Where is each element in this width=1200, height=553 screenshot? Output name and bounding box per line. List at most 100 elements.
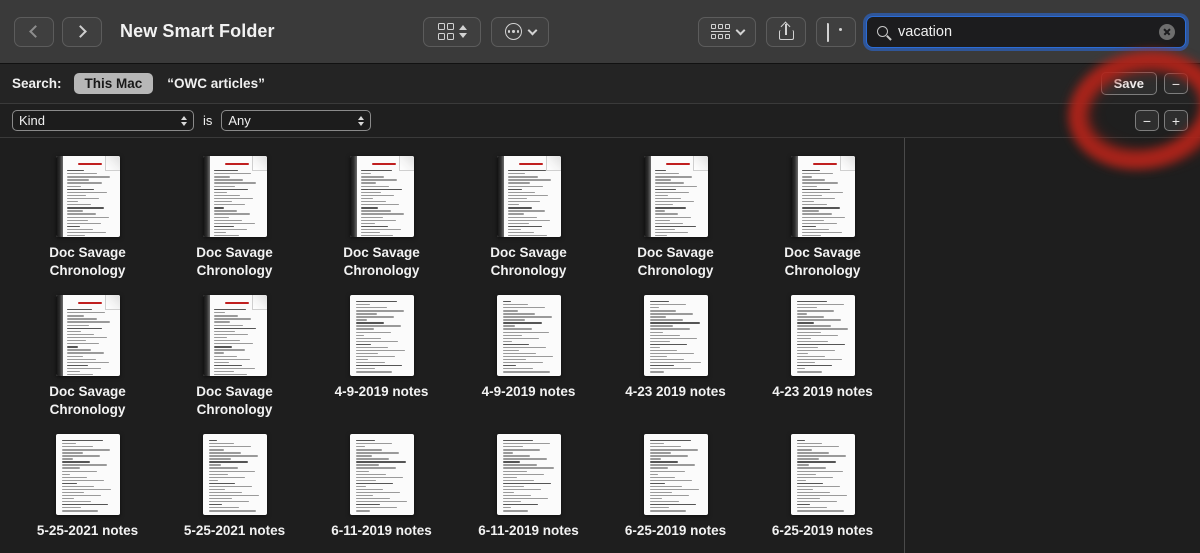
search-scope-bar: Search: This Mac “OWC articles” Save − [0, 64, 1200, 104]
file-item[interactable]: Doc SavageChronology [308, 156, 455, 295]
file-item[interactable]: 6-25-2019 notes [602, 434, 749, 553]
file-grid-pane[interactable]: Doc SavageChronologyDoc SavageChronology… [0, 138, 905, 553]
text-document-icon [644, 434, 708, 515]
file-item[interactable]: 4-9-2019 notes [308, 295, 455, 434]
remove-criteria-button[interactable]: − [1135, 110, 1159, 131]
file-item[interactable]: Doc SavageChronology [161, 295, 308, 434]
document-page [791, 434, 855, 515]
file-name-label: 6-25-2019 notes [772, 522, 873, 540]
file-item[interactable]: 5-25-2021 notes [161, 434, 308, 553]
file-name-label: Doc SavageChronology [49, 383, 126, 419]
remove-criteria-row-button[interactable]: − [1164, 73, 1188, 94]
file-item[interactable]: Doc SavageChronology [455, 156, 602, 295]
content-area: Doc SavageChronologyDoc SavageChronology… [0, 138, 1200, 553]
toolbar-right-cluster: vacation [698, 16, 1186, 48]
file-item[interactable]: 5-25-2021 notes [14, 434, 161, 553]
file-item[interactable]: 4-23 2019 notes [602, 295, 749, 434]
chevron-down-icon [527, 25, 537, 35]
text-document-icon [791, 295, 855, 376]
file-item[interactable]: 6-25-2019 notes [749, 434, 896, 553]
document-page [56, 434, 120, 515]
file-item[interactable]: Doc SavageChronology [749, 156, 896, 295]
file-item[interactable]: 6-11-2019 notes [308, 434, 455, 553]
document-page [644, 434, 708, 515]
page-fold-icon [546, 156, 561, 171]
chevron-updown-icon-kind [173, 116, 187, 126]
finder-window: New Smart Folder [0, 0, 1200, 553]
tag-button[interactable] [816, 17, 856, 47]
save-button[interactable]: Save [1101, 72, 1157, 95]
add-criteria-button[interactable]: + [1164, 110, 1188, 131]
share-icon [779, 23, 794, 40]
file-name-label: Doc SavageChronology [196, 244, 273, 280]
text-document-icon [497, 295, 561, 376]
file-item[interactable]: Doc SavageChronology [602, 156, 749, 295]
rtf-document-icon [791, 156, 855, 237]
file-item[interactable]: 4-23 2019 notes [749, 295, 896, 434]
criteria-row-actions: − + [1135, 110, 1188, 131]
page-fold-icon [105, 156, 120, 171]
scope-this-mac-button[interactable]: This Mac [74, 73, 154, 94]
tag-icon [827, 24, 846, 39]
search-field-wrapper: vacation [866, 16, 1186, 48]
action-menu-button[interactable] [491, 17, 549, 47]
doc-spine [56, 156, 63, 237]
group-by-icon [711, 24, 730, 39]
ellipsis-circle-icon [505, 23, 522, 40]
file-grid: Doc SavageChronologyDoc SavageChronology… [0, 138, 904, 553]
document-page [203, 156, 267, 237]
chevron-left-icon [29, 25, 42, 38]
view-mode-button[interactable] [423, 17, 481, 47]
preview-pane [905, 138, 1200, 553]
chevron-right-icon [74, 25, 87, 38]
scope-folder-button[interactable]: “OWC articles” [167, 76, 265, 91]
navigation-buttons [14, 17, 102, 47]
file-name-label: 5-25-2021 notes [37, 522, 138, 540]
text-document-icon [497, 434, 561, 515]
rtf-document-icon [203, 156, 267, 237]
document-page [203, 295, 267, 376]
criteria-operator-label: is [203, 113, 212, 128]
document-page [791, 295, 855, 376]
file-name-label: 6-11-2019 notes [331, 522, 432, 540]
clear-search-button[interactable] [1159, 24, 1175, 40]
rtf-document-icon [350, 156, 414, 237]
document-page [497, 434, 561, 515]
file-item[interactable]: Doc SavageChronology [14, 295, 161, 434]
criteria-attribute-select[interactable]: Kind [12, 110, 194, 131]
text-document-icon [350, 434, 414, 515]
forward-button[interactable] [62, 17, 102, 47]
document-page [56, 156, 120, 237]
chevron-updown-icon [459, 25, 467, 38]
file-item[interactable]: 4-9-2019 notes [455, 295, 602, 434]
text-document-icon [644, 295, 708, 376]
search-input[interactable]: vacation [866, 16, 1186, 48]
criteria-value-select[interactable]: Any [221, 110, 371, 131]
text-document-icon [203, 434, 267, 515]
document-page [644, 295, 708, 376]
page-fold-icon [693, 156, 708, 171]
file-name-label: Doc SavageChronology [196, 383, 273, 419]
file-name-label: 4-23 2019 notes [625, 383, 726, 401]
file-name-label: Doc SavageChronology [637, 244, 714, 280]
file-item[interactable]: Doc SavageChronology [14, 156, 161, 295]
file-name-label: 6-11-2019 notes [478, 522, 579, 540]
magnifying-glass-icon [877, 26, 888, 37]
chevron-down-icon-2 [735, 25, 745, 35]
page-fold-icon [399, 156, 414, 171]
doc-spine [203, 295, 210, 376]
back-button[interactable] [14, 17, 54, 47]
file-item[interactable]: 6-11-2019 notes [455, 434, 602, 553]
rtf-document-icon [56, 295, 120, 376]
document-page [350, 434, 414, 515]
document-page [497, 156, 561, 237]
share-button[interactable] [766, 17, 806, 47]
group-by-button[interactable] [698, 17, 756, 47]
chevron-updown-icon-any [350, 116, 364, 126]
toolbar-left-cluster [423, 17, 549, 47]
file-item[interactable]: Doc SavageChronology [161, 156, 308, 295]
doc-spine [56, 295, 63, 376]
rtf-document-icon [497, 156, 561, 237]
criteria-value-text: Any [228, 113, 250, 128]
criteria-bar: Kind is Any − + [0, 104, 1200, 138]
